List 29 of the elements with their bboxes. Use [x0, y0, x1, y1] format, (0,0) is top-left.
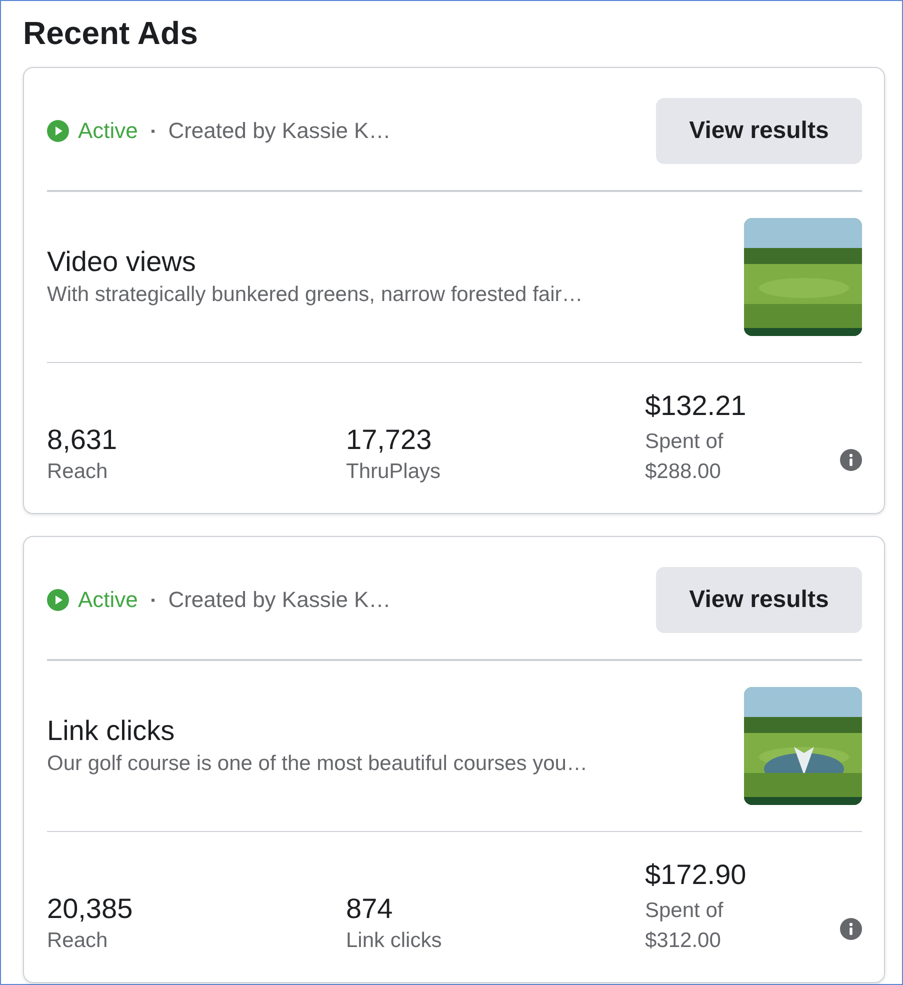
view-results-button[interactable]: View results: [656, 567, 862, 633]
spent-label: Spent of: [645, 898, 724, 924]
ad-objective: Link clicks: [47, 714, 176, 748]
view-results-button[interactable]: View results: [656, 98, 862, 164]
stat-value: 874: [346, 892, 394, 926]
creator-text: Created by Kassie K…: [168, 587, 391, 613]
ad-description: Our golf course is one of the most beautiful courses you…: [47, 750, 588, 776]
status-label: Active: [78, 587, 138, 613]
status-label: Active: [78, 118, 138, 144]
spent-label: Spent of: [645, 429, 724, 455]
ad-objective: Video views: [47, 244, 197, 278]
stat-label: ThruPlays: [346, 459, 442, 485]
info-icon[interactable]: [840, 449, 862, 471]
spent-value: $132.21: [645, 389, 748, 423]
stat-value: 17,723: [346, 423, 433, 457]
stat-value: 8,631: [47, 423, 118, 457]
stat-label: Reach: [47, 928, 109, 954]
spent-value: $172.90: [645, 858, 748, 892]
section-title: Recent Ads: [23, 14, 199, 53]
stat-label: Link clicks: [346, 928, 443, 954]
ad-description: With strategically bunkered greens, narrow forested fair…: [47, 282, 583, 308]
stat-value: 20,385: [47, 892, 134, 926]
separator-dot: ▪: [150, 124, 156, 138]
budget-value: $312.00: [645, 928, 722, 954]
stat-label: Reach: [47, 459, 109, 485]
info-icon[interactable]: [840, 918, 862, 940]
budget-value: $288.00: [645, 459, 722, 485]
separator-dot: ▪: [150, 593, 156, 607]
creator-text: Created by Kassie K…: [168, 118, 391, 144]
